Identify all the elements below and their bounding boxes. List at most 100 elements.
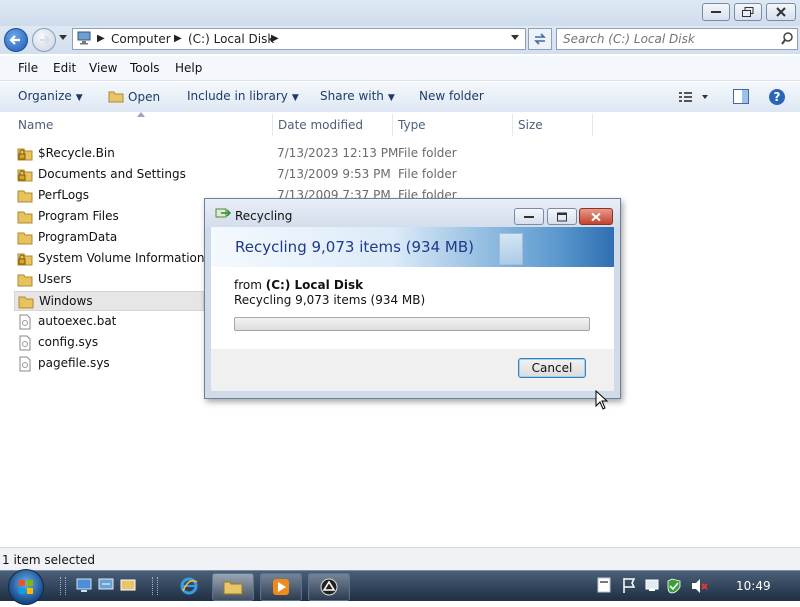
dialog-titlebar[interactable]: Recycling	[205, 199, 620, 227]
chevron-down-icon: ▼	[75, 93, 83, 103]
open-button[interactable]: Open	[108, 89, 160, 104]
volume-muted-icon	[692, 579, 708, 593]
menu-tools[interactable]: Tools	[130, 61, 160, 75]
include-in-library-button[interactable]: Include in library ▼	[187, 89, 299, 103]
column-header-type[interactable]: Type	[398, 118, 426, 132]
list-item[interactable]: Program Files	[14, 207, 204, 227]
search-box[interactable]	[556, 28, 798, 50]
file-name: Program Files	[38, 209, 119, 223]
share-label: Share with	[320, 89, 384, 103]
minimize-button[interactable]	[702, 3, 730, 21]
minimize-icon	[524, 215, 534, 218]
windows-logo-icon	[19, 580, 33, 594]
menu-help[interactable]: Help	[175, 61, 202, 75]
column-divider[interactable]	[392, 114, 393, 136]
window-titlebar	[0, 0, 800, 26]
menu-view[interactable]: View	[89, 61, 117, 75]
ie-icon[interactable]	[180, 577, 198, 595]
folder-icon	[18, 296, 34, 309]
back-button[interactable]	[4, 28, 28, 52]
column-divider[interactable]	[512, 114, 513, 136]
explorer-small-icon[interactable]	[120, 577, 136, 593]
list-item[interactable]: PerfLogs	[14, 186, 204, 206]
breadcrumb-separator-icon[interactable]: ▶	[271, 33, 279, 44]
organize-label: Organize	[18, 89, 72, 103]
taskbar-grip[interactable]	[152, 577, 158, 595]
locked-folder-icon	[17, 169, 33, 182]
locked-folder-icon	[17, 148, 33, 161]
source-prefix: from	[234, 278, 266, 292]
svg-text:?: ?	[774, 90, 781, 104]
file-date: 7/13/2009 9:53 PM	[277, 167, 391, 181]
address-dropdown-icon[interactable]	[511, 35, 519, 40]
search-icon[interactable]	[781, 32, 793, 45]
address-bar[interactable]: ▶ Computer ▶ (C:) Local Disk ▶	[72, 28, 526, 50]
taskbar-grip[interactable]	[60, 577, 66, 595]
new-folder-button[interactable]: New folder	[419, 89, 484, 103]
refresh-button[interactable]	[528, 28, 552, 50]
breadcrumb-computer[interactable]: Computer	[111, 32, 171, 46]
search-input[interactable]	[561, 30, 773, 48]
forward-arrow-icon	[40, 35, 51, 45]
dialog-close-button[interactable]	[579, 208, 613, 225]
back-arrow-icon	[9, 35, 20, 45]
status-bar: 1 item selected	[0, 547, 800, 570]
forward-button[interactable]	[32, 28, 56, 52]
dialog-maximize-button[interactable]	[547, 208, 577, 225]
include-label: Include in library	[187, 89, 288, 103]
file-name: Documents and Settings	[38, 167, 186, 181]
restore-button[interactable]	[734, 3, 762, 21]
close-button[interactable]	[766, 3, 796, 21]
list-item[interactable]: Users	[14, 270, 204, 290]
media-player-icon	[273, 579, 289, 595]
locked-folder-icon	[17, 253, 33, 266]
folder-icon	[17, 190, 33, 203]
list-item[interactable]: ProgramData	[14, 228, 204, 248]
clock[interactable]: 10:49	[736, 579, 771, 593]
preview-pane-icon[interactable]	[733, 89, 749, 104]
app-icon	[320, 578, 338, 596]
taskbar: 10:49	[0, 569, 800, 605]
taskbar-media-player[interactable]	[260, 573, 302, 601]
column-header-date[interactable]: Date modified	[278, 118, 363, 132]
list-item-selected[interactable]: Windows	[14, 291, 204, 311]
desktop-icon[interactable]	[76, 577, 92, 593]
file-type: File folder	[398, 146, 457, 160]
source-line: from (C:) Local Disk	[234, 278, 363, 292]
list-item[interactable]: autoexec.bat	[14, 312, 204, 332]
menu-file[interactable]: File	[18, 61, 38, 75]
list-item[interactable]: $Recycle.Bin	[14, 144, 204, 164]
help-icon[interactable]: ?	[768, 88, 786, 106]
view-options-icon[interactable]	[678, 90, 708, 104]
column-divider[interactable]	[592, 114, 593, 136]
recent-pages-dropdown[interactable]	[59, 35, 67, 40]
mouse-cursor-icon	[595, 390, 609, 410]
network-icon[interactable]	[98, 577, 114, 593]
share-with-button[interactable]: Share with ▼	[320, 89, 395, 103]
chevron-down-icon: ▼	[291, 93, 299, 103]
column-header-size[interactable]: Size	[518, 118, 543, 132]
flag-icon	[623, 578, 636, 593]
organize-button[interactable]: Organize ▼	[18, 89, 83, 103]
file-date: 7/13/2023 12:13 PM	[277, 146, 399, 160]
taskbar-explorer[interactable]	[212, 573, 254, 601]
menu-edit[interactable]: Edit	[53, 61, 76, 75]
cancel-button[interactable]: Cancel	[518, 358, 586, 378]
column-header-name[interactable]: Name	[18, 118, 53, 132]
list-item[interactable]: pagefile.sys	[14, 354, 204, 374]
list-item[interactable]: config.sys	[14, 333, 204, 353]
system-tray	[597, 577, 708, 594]
breadcrumb-local-disk[interactable]: (C:) Local Disk	[188, 32, 274, 46]
column-divider[interactable]	[272, 114, 273, 136]
file-icon	[19, 335, 31, 351]
list-item[interactable]: System Volume Information	[14, 249, 204, 269]
dialog-minimize-button[interactable]	[514, 208, 544, 225]
dialog-banner: Recycling 9,073 items (934 MB)	[211, 227, 614, 267]
file-name: ProgramData	[38, 230, 118, 244]
progress-detail: Recycling 9,073 items (934 MB)	[234, 293, 426, 307]
taskbar-app[interactable]	[308, 573, 350, 601]
open-folder-icon	[108, 91, 124, 103]
dialog-title: Recycling	[235, 209, 293, 223]
breadcrumb-separator-icon[interactable]: ▶	[174, 33, 182, 44]
list-item[interactable]: Documents and Settings	[14, 165, 204, 185]
